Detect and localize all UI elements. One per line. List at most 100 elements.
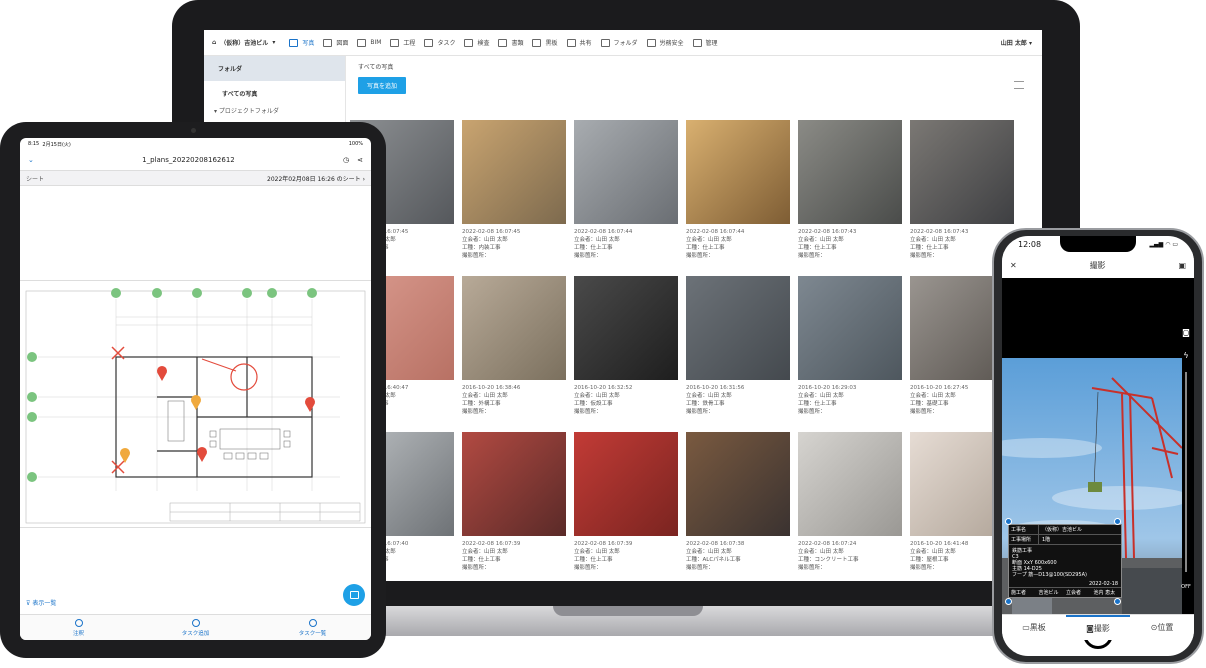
photo-thumbnail[interactable] — [574, 276, 678, 380]
photo-card[interactable]: 2022-02-08 16:07:43 立会者：山田 太郎 工種：仕上工事 撮影箇所： — [798, 120, 902, 260]
photo-thumbnail[interactable] — [462, 120, 566, 224]
photo-date: 2022-02-08 16:07:44 — [686, 229, 745, 235]
nav-item-2[interactable]: BIM — [357, 38, 381, 47]
share-icon[interactable]: ⋖ — [357, 156, 363, 164]
history-icon[interactable]: ◷ — [343, 156, 349, 164]
nav-label: 工程 — [403, 40, 416, 47]
nav-item-5[interactable]: 検査 — [464, 38, 489, 47]
nav-icon — [692, 38, 702, 47]
off-toggle[interactable]: OFF — [1178, 584, 1194, 590]
nav-icon — [357, 38, 367, 47]
photo-thumbnail[interactable] — [910, 120, 1014, 224]
photo-thumbnail[interactable] — [462, 432, 566, 536]
photo-date: 2016-10-20 16:32:52 — [574, 385, 633, 391]
zoom-slider[interactable] — [1185, 372, 1187, 572]
photo-card[interactable]: 2022-02-08 16:07:24 立会者：山田 太郎 工種：コンクリート工事撮… — [798, 432, 902, 572]
tab-annotation[interactable]: 注釈 — [20, 615, 137, 640]
nav-item-0[interactable]: 写真 — [289, 38, 314, 47]
photo-witness: 立会者：山田 太郎 — [686, 393, 732, 399]
photo-card[interactable]: 2022-02-08 16:07:39 立会者：山田 太郎 工種：仕上工事 撮影箇所： — [574, 432, 678, 572]
annotation-fab[interactable] — [343, 584, 365, 606]
photo-card[interactable]: 2022-02-08 16:07:38 立会者：山田 太郎 工種：ALCパネル工事撮… — [686, 432, 790, 572]
floor-plan[interactable] — [20, 280, 371, 528]
camera-switch-icon[interactable]: ◙ — [1178, 328, 1194, 337]
list-pin-icon — [308, 618, 317, 627]
photo-thumbnail[interactable] — [574, 120, 678, 224]
sheet-label: シート — [26, 175, 45, 183]
tab-blackboard[interactable]: ▭ 黒板 — [1002, 615, 1066, 640]
tab-task-list[interactable]: タスク一覧 — [254, 615, 371, 640]
tab-add-task[interactable]: タスク追加 — [137, 615, 254, 640]
project-name: （仮称）吉池ビル — [220, 40, 269, 47]
photo-meta: 2022-02-08 16:07:44 立会者：山田 太郎 工種：仕上工事 撮影箇所： — [686, 224, 790, 260]
nav-item-1[interactable]: 図面 — [323, 38, 348, 47]
list-view-icon[interactable] — [1014, 81, 1024, 89]
photo-card[interactable]: 2016-10-20 16:29:03 立会者：山田 太郎 工種：仕上工事 撮影箇所： — [798, 276, 902, 416]
photo-type: 工種：仮設工事 — [574, 401, 613, 407]
flash-off-icon[interactable]: ϟ — [1178, 351, 1194, 360]
nav-item-9[interactable]: フォルダ — [600, 38, 638, 47]
resize-handle[interactable] — [1114, 598, 1121, 605]
project-selector[interactable]: ⌂ （仮称）吉池ビル ▾ — [212, 38, 275, 47]
photo-type: 工種：仕上工事 — [798, 245, 837, 251]
resize-handle[interactable] — [1005, 518, 1012, 525]
tab-capture[interactable]: ◙ 撮影 — [1066, 615, 1130, 640]
photo-thumbnail[interactable] — [574, 432, 678, 536]
photo-date: 2022-02-08 16:07:38 — [686, 541, 745, 547]
camera-side-controls: ◙ ϟ OFF — [1178, 320, 1194, 656]
add-photo-button[interactable]: 写真を追加 — [358, 77, 406, 94]
gallery-icon[interactable]: ▣ — [1178, 261, 1186, 270]
sidebar-item-project-folder[interactable]: ▾ プロジェクトフォルダ — [204, 98, 345, 115]
user-menu[interactable]: 山田 太郎 ▾ — [1001, 38, 1032, 47]
photo-thumbnail[interactable] — [798, 276, 902, 380]
photo-type: 工種：ALCパネル工事 — [686, 557, 741, 563]
nav-item-6[interactable]: 書類 — [498, 38, 523, 47]
tablet-screen: 8:15 2月15日(火) 100% ⌄ 1_plans_20220208162… — [20, 138, 371, 640]
photo-type: 工種：鉄骨工事 — [686, 401, 725, 407]
filter-link[interactable]: ⊽ 表示一覧 — [26, 598, 56, 607]
tablet-tab-bar: 注釈 タスク追加 タスク一覧 — [20, 614, 371, 640]
photo-date: 2022-02-08 16:07:39 — [462, 541, 521, 547]
camera-view[interactable]: 工事名 （仮称）吉池ビル 工事場所 1階 鉄筋工事 C3 断面 XxY 600x600 主… — [1002, 278, 1194, 652]
resize-handle[interactable] — [1114, 518, 1121, 525]
photo-place: 撮影箇所： — [798, 409, 826, 415]
nav-item-4[interactable]: タスク — [424, 38, 455, 47]
sheet-selector[interactable]: 2022年02月08日 16:26 のシート › — [267, 174, 365, 183]
photo-thumbnail[interactable] — [686, 432, 790, 536]
photo-thumbnail[interactable] — [686, 276, 790, 380]
photo-thumbnail[interactable] — [686, 120, 790, 224]
nav-item-11[interactable]: 管理 — [692, 38, 718, 47]
photo-card[interactable]: 2022-02-08 16:07:43 立会者：山田 太郎 工種：仕上工事 撮影箇所： — [910, 120, 1014, 260]
phone-tab-bar: ▭ 黒板 ◙ 撮影 ⊙ 位置 — [1002, 614, 1194, 640]
photo-card[interactable]: 2022-02-08 16:07:44 立会者：山田 太郎 工種：仕上工事 撮影箇所： — [686, 120, 790, 260]
photo-date: 2016-10-20 16:31:56 — [686, 385, 745, 391]
photo-thumbnail[interactable] — [462, 276, 566, 380]
photo-card[interactable]: 2016-10-20 16:31:56 立会者：山田 太郎 工種：鉄骨工事 撮影箇所： — [686, 276, 790, 416]
nav-item-7[interactable]: 黒板 — [532, 38, 558, 47]
camera-header: ✕ 撮影 ▣ — [1002, 252, 1194, 278]
nav-label: 検査 — [477, 40, 490, 47]
nav-icon — [323, 38, 333, 47]
photo-thumbnail[interactable] — [798, 120, 902, 224]
nav-item-10[interactable]: 労務安全 — [646, 38, 684, 47]
photo-card[interactable]: 2022-02-08 16:07:45 立会者：山田 太郎 工種：内装工事 撮影箇所： — [462, 120, 566, 260]
photo-witness: 立会者：山田 太郎 — [462, 237, 508, 243]
close-icon[interactable]: ✕ — [1010, 261, 1017, 270]
construction-blackboard[interactable]: 工事名 （仮称）吉池ビル 工事場所 1階 鉄筋工事 C3 断面 XxY 600x600 主… — [1008, 524, 1122, 598]
photo-card[interactable]: 2022-02-08 16:07:44 立会者：山田 太郎 工種：仕上工事 撮影箇所： — [574, 120, 678, 260]
photo-witness: 立会者：山田 太郎 — [686, 549, 732, 555]
sidebar-item-all-photos[interactable]: すべての写真 — [204, 81, 345, 98]
resize-handle[interactable] — [1005, 598, 1012, 605]
home-icon: ⌂ — [212, 39, 217, 46]
photo-thumbnail[interactable] — [798, 432, 902, 536]
photo-card[interactable]: 2016-10-20 16:38:46 立会者：山田 太郎 工種：外構工事 撮影箇所： — [462, 276, 566, 416]
nav-item-3[interactable]: 工程 — [390, 38, 415, 47]
phone-screen: 12:08 ▂▄▆ ◠ ▭ ✕ 撮影 ▣ 工事名 （仮称）吉池ビル 工事場所 1… — [1002, 236, 1194, 656]
photo-card[interactable]: 2022-02-08 16:07:39 立会者：山田 太郎 工種：仕上工事 撮影箇所： — [462, 432, 566, 572]
nav-item-8[interactable]: 共有 — [566, 38, 592, 47]
photo-place: 撮影箇所： — [462, 565, 490, 571]
photo-witness: 立会者：山田 太郎 — [462, 549, 508, 555]
photo-card[interactable]: 2016-10-20 16:32:52 立会者：山田 太郎 工種：仮設工事 撮影箇所： — [574, 276, 678, 416]
tab-location[interactable]: ⊙ 位置 — [1130, 615, 1194, 640]
photo-date: 2022-02-08 16:07:43 — [798, 229, 857, 235]
